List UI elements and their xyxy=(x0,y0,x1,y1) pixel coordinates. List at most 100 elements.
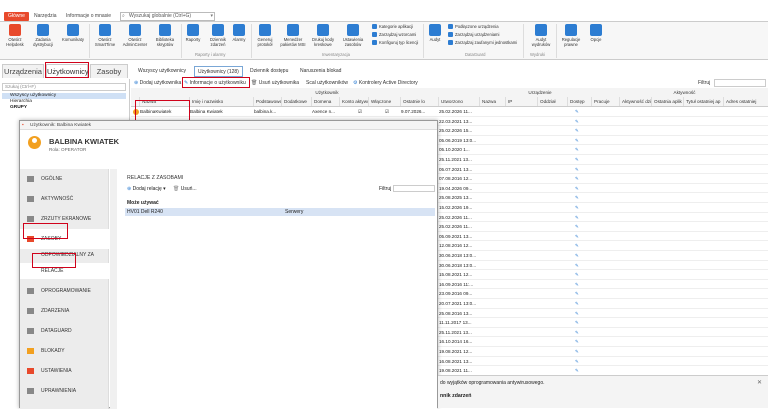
edit-icon[interactable]: ✎ xyxy=(575,145,585,154)
edit-icon[interactable]: ✎ xyxy=(575,203,585,212)
connected-devices-button[interactable]: Podłączone urządzenia xyxy=(448,24,499,30)
nav-dataguard[interactable]: DATAGUARD xyxy=(20,321,109,341)
user-info-button[interactable]: ✎ Informacje o użytkowniku xyxy=(184,79,246,87)
nav-responsible-for[interactable]: ODPOWIEDZIALNY ZA xyxy=(20,247,109,263)
edit-icon[interactable]: ✎ xyxy=(575,222,585,231)
nav-general[interactable]: OGÓLNE xyxy=(20,169,109,189)
edit-icon[interactable]: ✎ xyxy=(575,289,585,298)
edit-icon[interactable]: ✎ xyxy=(575,337,585,346)
options-button[interactable]: Opcje xyxy=(586,24,606,42)
nav-events[interactable]: ZDARZENIA xyxy=(20,301,109,321)
edit-icon[interactable]: ✎ xyxy=(575,261,585,270)
ad-controllers-button[interactable]: ⚙ Kontrolery Active Directory xyxy=(353,79,418,87)
tab-narzedzia[interactable]: Narzędzia xyxy=(30,12,61,21)
table-row[interactable]: BalbinaKwiatek Balbina Kwiatek balbina.k..… xyxy=(131,107,768,117)
open-smarttime-button[interactable]: Otwórz SmartTime xyxy=(91,24,119,47)
tab-users[interactable]: Użytkownicy xyxy=(46,64,89,78)
edit-icon[interactable]: ✎ xyxy=(575,318,585,327)
msi-manager-button[interactable]: Menedżer pakietów MSI xyxy=(278,24,308,47)
add-relation-button[interactable]: ⊕ Dodaj relację ▾ xyxy=(127,186,166,192)
alarms-button[interactable]: Alarmy xyxy=(228,24,250,42)
edit-icon[interactable]: ✎ xyxy=(575,193,585,202)
manage-devices-button[interactable]: Zarządzaj urządzeniami xyxy=(448,32,499,38)
grid-column-header[interactable]: Oddział xyxy=(537,97,567,106)
global-search-input[interactable]: ⌕ Wyszukaj globalnie (Ctrl+G) ▾ xyxy=(120,12,215,21)
manage-templates-button[interactable]: Zarządzaj wzorcami xyxy=(372,32,416,38)
chevron-down-icon[interactable]: ▾ xyxy=(210,13,213,20)
check-icon[interactable]: ☑ xyxy=(383,107,391,116)
nav-software[interactable]: OPROGRAMOWANIE xyxy=(20,281,109,301)
app-categories-button[interactable]: Kategorie aplikacji xyxy=(372,24,413,30)
grid-column-header[interactable]: Włączone xyxy=(368,97,400,106)
subtab-access-log[interactable]: Dziennik dostępu xyxy=(247,66,291,77)
nav-screenshots[interactable]: ZRZUTY EKRANOWE xyxy=(20,209,109,229)
trusted-units-button[interactable]: Zarządzaj zaufanymi jednostkami xyxy=(448,40,517,46)
edit-icon[interactable]: ✎ xyxy=(575,366,585,375)
edit-icon[interactable]: ✎ xyxy=(575,347,585,356)
nav-activity[interactable]: AKTYWNOŚĆ xyxy=(20,189,109,209)
subtab-users[interactable]: Użytkownicy (128) xyxy=(194,66,243,77)
edit-icon[interactable]: ✎ xyxy=(575,357,585,366)
reports-button[interactable]: Raporty xyxy=(182,24,204,42)
edit-icon[interactable]: ✎ xyxy=(575,232,585,241)
grid-column-header[interactable]: Aktywność dzi xyxy=(619,97,651,106)
tab-assets[interactable]: Zasoby xyxy=(90,64,128,78)
edit-icon[interactable]: ✎ xyxy=(575,165,585,174)
check-icon[interactable]: ☑ xyxy=(356,107,364,116)
grid-filter-input[interactable] xyxy=(714,79,766,87)
grid-column-header[interactable]: Konto aktywowane xyxy=(339,97,368,106)
subtab-all-users[interactable]: Wszyscy użytkownicy xyxy=(135,66,189,77)
tree-search-input[interactable]: Szukaj (Ctrl+F) xyxy=(2,83,126,91)
relation-row[interactable]: HV01 Dell R240 Serwery xyxy=(125,208,435,216)
messages-button[interactable]: Komunikaty xyxy=(58,24,88,42)
scripts-library-button[interactable]: Biblioteka skryptów xyxy=(151,24,179,47)
grid-column-header[interactable]: Dostęp xyxy=(567,97,591,106)
grid-column-header[interactable]: Tytuł ostatniej ap xyxy=(683,97,723,106)
open-helpdesk-button[interactable]: Otwórz Helpdesk xyxy=(2,24,28,47)
edit-icon[interactable]: ✎ xyxy=(575,174,585,183)
grid-column-header[interactable]: Ostatnia aplik xyxy=(651,97,683,106)
grid-column-header[interactable]: Pracuje xyxy=(591,97,619,106)
edit-icon[interactable]: ✎ xyxy=(575,155,585,164)
edit-icon[interactable]: ✎ xyxy=(575,241,585,250)
open-admincenter-button[interactable]: Otwórz AdminCenter xyxy=(121,24,149,47)
edit-icon[interactable]: ✎ xyxy=(575,136,585,145)
grid-column-header[interactable]: Podstawowe xyxy=(253,97,281,106)
nav-permissions[interactable]: UPRAWNIENIA xyxy=(20,381,109,401)
delete-relation-button[interactable]: 🗑 Usuń... xyxy=(173,186,197,192)
tab-informacje[interactable]: Informacje o mnasie xyxy=(62,12,115,21)
relations-filter-input[interactable] xyxy=(393,185,435,192)
tab-glowne[interactable]: Główne xyxy=(4,12,29,21)
edit-icon[interactable]: ✎ xyxy=(575,270,585,279)
generate-protocol-button[interactable]: Generuj protokół xyxy=(252,24,278,47)
grid-column-header[interactable]: Adres ostatniej xyxy=(723,97,768,106)
edit-icon[interactable]: ✎ xyxy=(575,107,585,116)
edit-icon[interactable]: ✎ xyxy=(575,251,585,260)
tree-item-groups[interactable]: GRUPY xyxy=(2,105,27,111)
edit-icon[interactable]: ✎ xyxy=(575,299,585,308)
delete-user-button[interactable]: 🗑 Usuń użytkownika xyxy=(251,79,299,87)
print-audit-button[interactable]: Audyt wydruków xyxy=(528,24,554,47)
edit-icon[interactable]: ✎ xyxy=(575,126,585,135)
nav-blocks[interactable]: BLOKADY xyxy=(20,341,109,361)
grid-column-header[interactable]: Nazwa xyxy=(479,97,505,106)
grid-column-header[interactable]: Domena xyxy=(311,97,339,106)
add-user-button[interactable]: ⊕ Dodaj użytkownika xyxy=(134,79,181,87)
edit-icon[interactable]: ✎ xyxy=(575,328,585,337)
tab-devices[interactable]: Urządzenia xyxy=(2,64,44,78)
edit-icon[interactable]: ✎ xyxy=(575,213,585,222)
grid-column-header[interactable]: Imię i nazwisko xyxy=(189,97,253,106)
grid-column-header[interactable]: IP xyxy=(505,97,537,106)
distribution-tasks-button[interactable]: Zadania dystrybucji xyxy=(30,24,56,47)
grid-column-header[interactable]: Nazwa xyxy=(139,97,189,106)
close-icon[interactable]: ✕ xyxy=(757,379,762,386)
grid-column-header[interactable]: Utworzono xyxy=(438,97,479,106)
license-type-button[interactable]: Konfiguruj typ licencji xyxy=(372,40,418,46)
legal-regulations-button[interactable]: Regulacje prawne xyxy=(558,24,584,47)
edit-icon[interactable]: ✎ xyxy=(575,309,585,318)
nav-settings[interactable]: USTAWIENIA xyxy=(20,361,109,381)
edit-icon[interactable]: ✎ xyxy=(575,184,585,193)
nav-relations[interactable]: RELACJE xyxy=(20,263,109,279)
print-barcodes-button[interactable]: Drukuj kody kreskowe xyxy=(309,24,337,47)
edit-icon[interactable]: ✎ xyxy=(575,117,585,126)
